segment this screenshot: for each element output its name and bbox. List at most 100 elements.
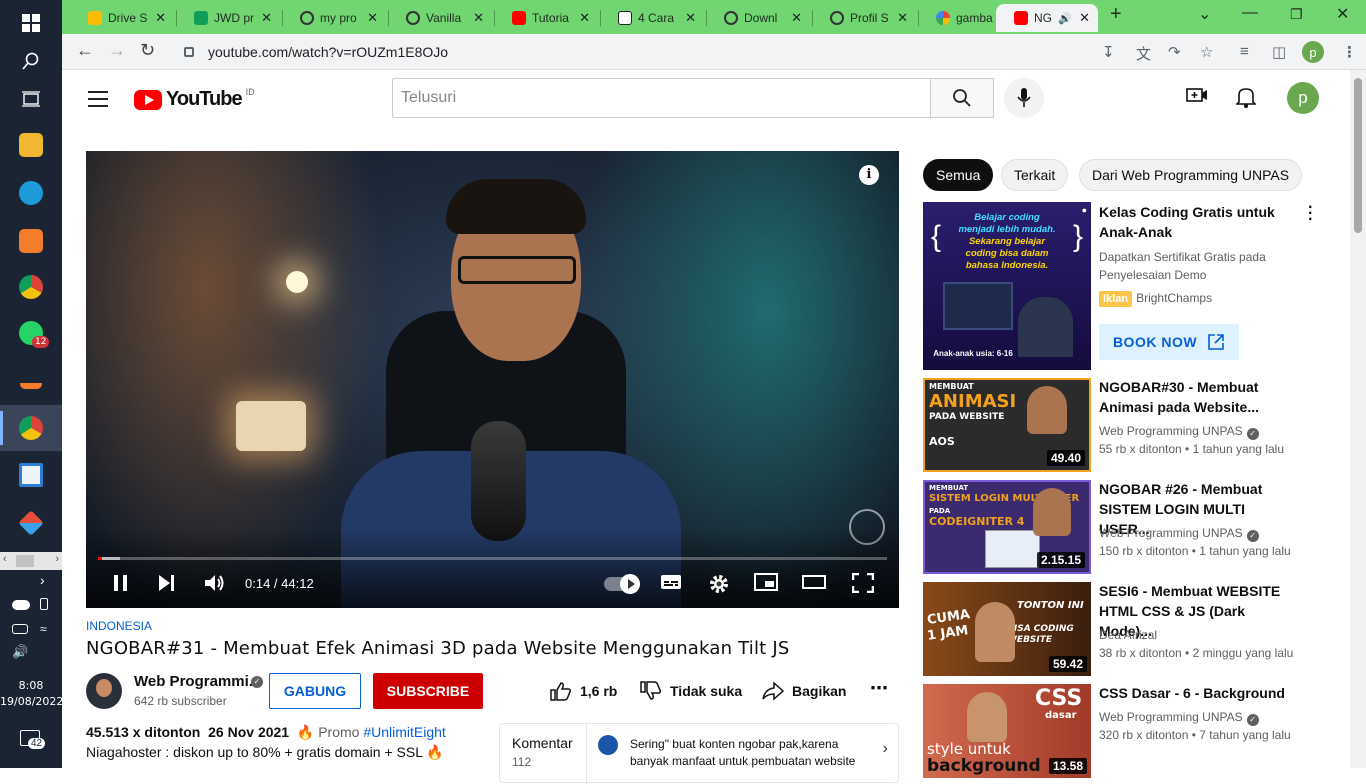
video-channel[interactable]: Dea Afrizal bbox=[1099, 628, 1157, 642]
close-icon[interactable]: ✕ bbox=[367, 10, 378, 26]
chrome-profile-avatar[interactable]: p bbox=[1302, 41, 1324, 63]
channel-avatar[interactable] bbox=[86, 673, 122, 709]
tray-expand-chevron-icon[interactable]: › bbox=[40, 572, 45, 588]
pause-button[interactable] bbox=[112, 573, 130, 598]
taskbar-file-explorer[interactable] bbox=[0, 122, 62, 168]
tab-download[interactable]: Downl ✕ bbox=[706, 4, 810, 32]
wifi-icon[interactable]: ≈ bbox=[40, 622, 47, 636]
address-bar[interactable]: youtube.com/watch?v=rOUZm1E8OJo bbox=[172, 38, 1302, 66]
ad-more-icon[interactable]: · · · bbox=[1308, 200, 1313, 228]
battery-icon[interactable] bbox=[12, 624, 28, 634]
close-icon[interactable]: ✕ bbox=[155, 10, 166, 26]
back-button[interactable]: ← bbox=[76, 40, 94, 61]
comments-teaser[interactable]: Komentar 112 Sering" buat konten ngobar … bbox=[499, 723, 899, 784]
taskbar-chrome[interactable] bbox=[0, 264, 62, 310]
subscribe-button[interactable]: SUBSCRIBE bbox=[373, 673, 483, 709]
tab-my-project[interactable]: my pro ✕ bbox=[282, 4, 386, 32]
tab-jwd[interactable]: JWD pr ✕ bbox=[176, 4, 280, 32]
settings-button[interactable] bbox=[708, 573, 730, 600]
tab-profil[interactable]: Profil S ✕ bbox=[812, 4, 916, 32]
volume-icon[interactable]: 🔊 bbox=[12, 644, 28, 660]
video-player[interactable]: i 0:14 / 44:12 bbox=[86, 151, 899, 608]
taskbar-edge[interactable] bbox=[0, 170, 62, 216]
video-hashtag[interactable]: INDONESIA bbox=[86, 619, 152, 633]
more-actions-icon[interactable]: ⋯ bbox=[870, 678, 889, 699]
scrollbar-thumb[interactable] bbox=[1354, 78, 1362, 233]
media-control-icon[interactable]: ≡ bbox=[1240, 43, 1249, 60]
reload-button[interactable]: ↻ bbox=[140, 40, 155, 61]
video-thumbnail-sesi6[interactable]: CUMA 1 JAM TONTON INI BISA CODING WEBSIT… bbox=[923, 582, 1091, 676]
next-button[interactable] bbox=[158, 573, 176, 598]
task-view-button[interactable] bbox=[0, 76, 62, 122]
share-button[interactable]: Bagikan bbox=[762, 681, 846, 701]
close-icon[interactable]: ✕ bbox=[897, 10, 908, 26]
video-title-link[interactable]: CSS Dasar - 6 - Background bbox=[1099, 683, 1299, 703]
channel-name[interactable]: Web Programmi... bbox=[134, 673, 261, 690]
tab-vanilla[interactable]: Vanilla ✕ bbox=[388, 4, 492, 32]
video-channel[interactable]: Web Programming UNPAS ✓ bbox=[1099, 710, 1259, 726]
join-button[interactable]: GABUNG bbox=[269, 673, 361, 709]
notifications-button[interactable] bbox=[1235, 86, 1257, 113]
chip-all[interactable]: Semua bbox=[923, 159, 994, 191]
taskbar-app-orange[interactable] bbox=[0, 358, 62, 404]
volume-button[interactable] bbox=[204, 573, 226, 598]
chrome-menu-icon[interactable]: ⋮ bbox=[1342, 43, 1357, 61]
taskbar-chrome-profile[interactable] bbox=[0, 405, 62, 451]
chip-from-channel[interactable]: Dari Web Programming UNPAS bbox=[1079, 159, 1303, 191]
close-icon[interactable]: ✕ bbox=[261, 10, 272, 26]
fullscreen-button[interactable] bbox=[851, 572, 875, 598]
search-button[interactable] bbox=[930, 78, 994, 118]
audio-playing-icon[interactable]: 🔊 bbox=[1058, 12, 1072, 25]
chip-related[interactable]: Terkait bbox=[1001, 159, 1069, 191]
bookmark-star-icon[interactable]: ☆ bbox=[1200, 43, 1213, 61]
chevron-right-icon[interactable]: › bbox=[883, 740, 888, 758]
account-avatar[interactable]: p bbox=[1287, 82, 1319, 114]
tab-drive[interactable]: Drive S ✕ bbox=[70, 4, 174, 32]
search-input[interactable] bbox=[392, 78, 932, 118]
description-stats[interactable]: 45.513 x ditonton 26 Nov 2021 🔥 Promo #U… bbox=[86, 724, 446, 741]
taskbar-scrollbar[interactable]: ‹ › bbox=[0, 552, 62, 570]
theater-mode-button[interactable] bbox=[802, 573, 826, 596]
share-icon[interactable]: ↷ bbox=[1168, 43, 1181, 61]
page-scrollbar[interactable] bbox=[1350, 70, 1366, 768]
tab-search-chevron-icon[interactable]: ⌄ bbox=[1198, 4, 1211, 24]
video-channel[interactable]: Web Programming UNPAS ✓ bbox=[1099, 424, 1259, 440]
device-icon[interactable] bbox=[40, 598, 48, 610]
close-icon[interactable]: ✕ bbox=[1079, 10, 1090, 26]
close-icon[interactable]: ✕ bbox=[473, 10, 484, 26]
create-video-button[interactable] bbox=[1186, 86, 1208, 109]
video-thumbnail-css-dasar[interactable]: CSS dasar style untuk background 13.58 bbox=[923, 684, 1091, 778]
onedrive-cloud-icon[interactable] bbox=[12, 600, 30, 610]
restore-button[interactable]: ❐ bbox=[1290, 6, 1303, 23]
youtube-logo[interactable]: YouTube ID bbox=[134, 87, 255, 111]
voice-search-button[interactable] bbox=[1004, 78, 1044, 118]
menu-icon[interactable] bbox=[88, 91, 108, 112]
tab-ngobar-active[interactable]: NG 🔊 ✕ bbox=[996, 4, 1098, 32]
info-card-icon[interactable]: i bbox=[859, 165, 879, 185]
like-button[interactable]: 1,6 rb bbox=[550, 681, 617, 701]
tab-4-cara[interactable]: 4 Cara ✕ bbox=[600, 4, 704, 32]
taskbar-app-diamond[interactable] bbox=[0, 500, 62, 546]
translate-icon[interactable]: 文 bbox=[1136, 43, 1151, 64]
taskbar-whatsapp[interactable]: 12 bbox=[0, 310, 62, 356]
promo-hashtag[interactable]: #UnlimitEight bbox=[363, 724, 445, 740]
minimize-button[interactable]: — bbox=[1242, 4, 1258, 22]
dislike-button[interactable]: Tidak suka bbox=[640, 681, 742, 701]
video-channel[interactable]: Web Programming UNPAS ✓ bbox=[1099, 526, 1259, 542]
video-title-link[interactable]: NGOBAR#30 - Membuat Animasi pada Website… bbox=[1099, 377, 1299, 417]
autoplay-toggle[interactable] bbox=[604, 574, 640, 594]
video-thumbnail-ngobar26[interactable]: MEMBUAT SISTEM LOGIN MULTI USER PADA COD… bbox=[923, 480, 1091, 574]
close-icon[interactable]: ✕ bbox=[685, 10, 696, 26]
close-icon[interactable]: ✕ bbox=[791, 10, 802, 26]
new-tab-button[interactable]: + bbox=[1110, 3, 1122, 26]
miniplayer-button[interactable] bbox=[754, 573, 778, 596]
close-icon[interactable]: ✕ bbox=[579, 10, 590, 26]
video-thumbnail-ngobar30[interactable]: MEMBUAT ANIMASI PADA WEBSITE AOS 49.40 bbox=[923, 378, 1091, 472]
ad-info-icon[interactable]: ● bbox=[1082, 205, 1087, 215]
close-window-button[interactable]: ✕ bbox=[1336, 4, 1349, 24]
forward-button[interactable]: → bbox=[108, 40, 126, 61]
progress-bar[interactable] bbox=[98, 557, 887, 560]
side-panel-icon[interactable]: ◫ bbox=[1272, 43, 1286, 61]
book-now-button[interactable]: BOOK NOW bbox=[1099, 324, 1239, 360]
install-app-icon[interactable]: ↧ bbox=[1102, 43, 1115, 61]
